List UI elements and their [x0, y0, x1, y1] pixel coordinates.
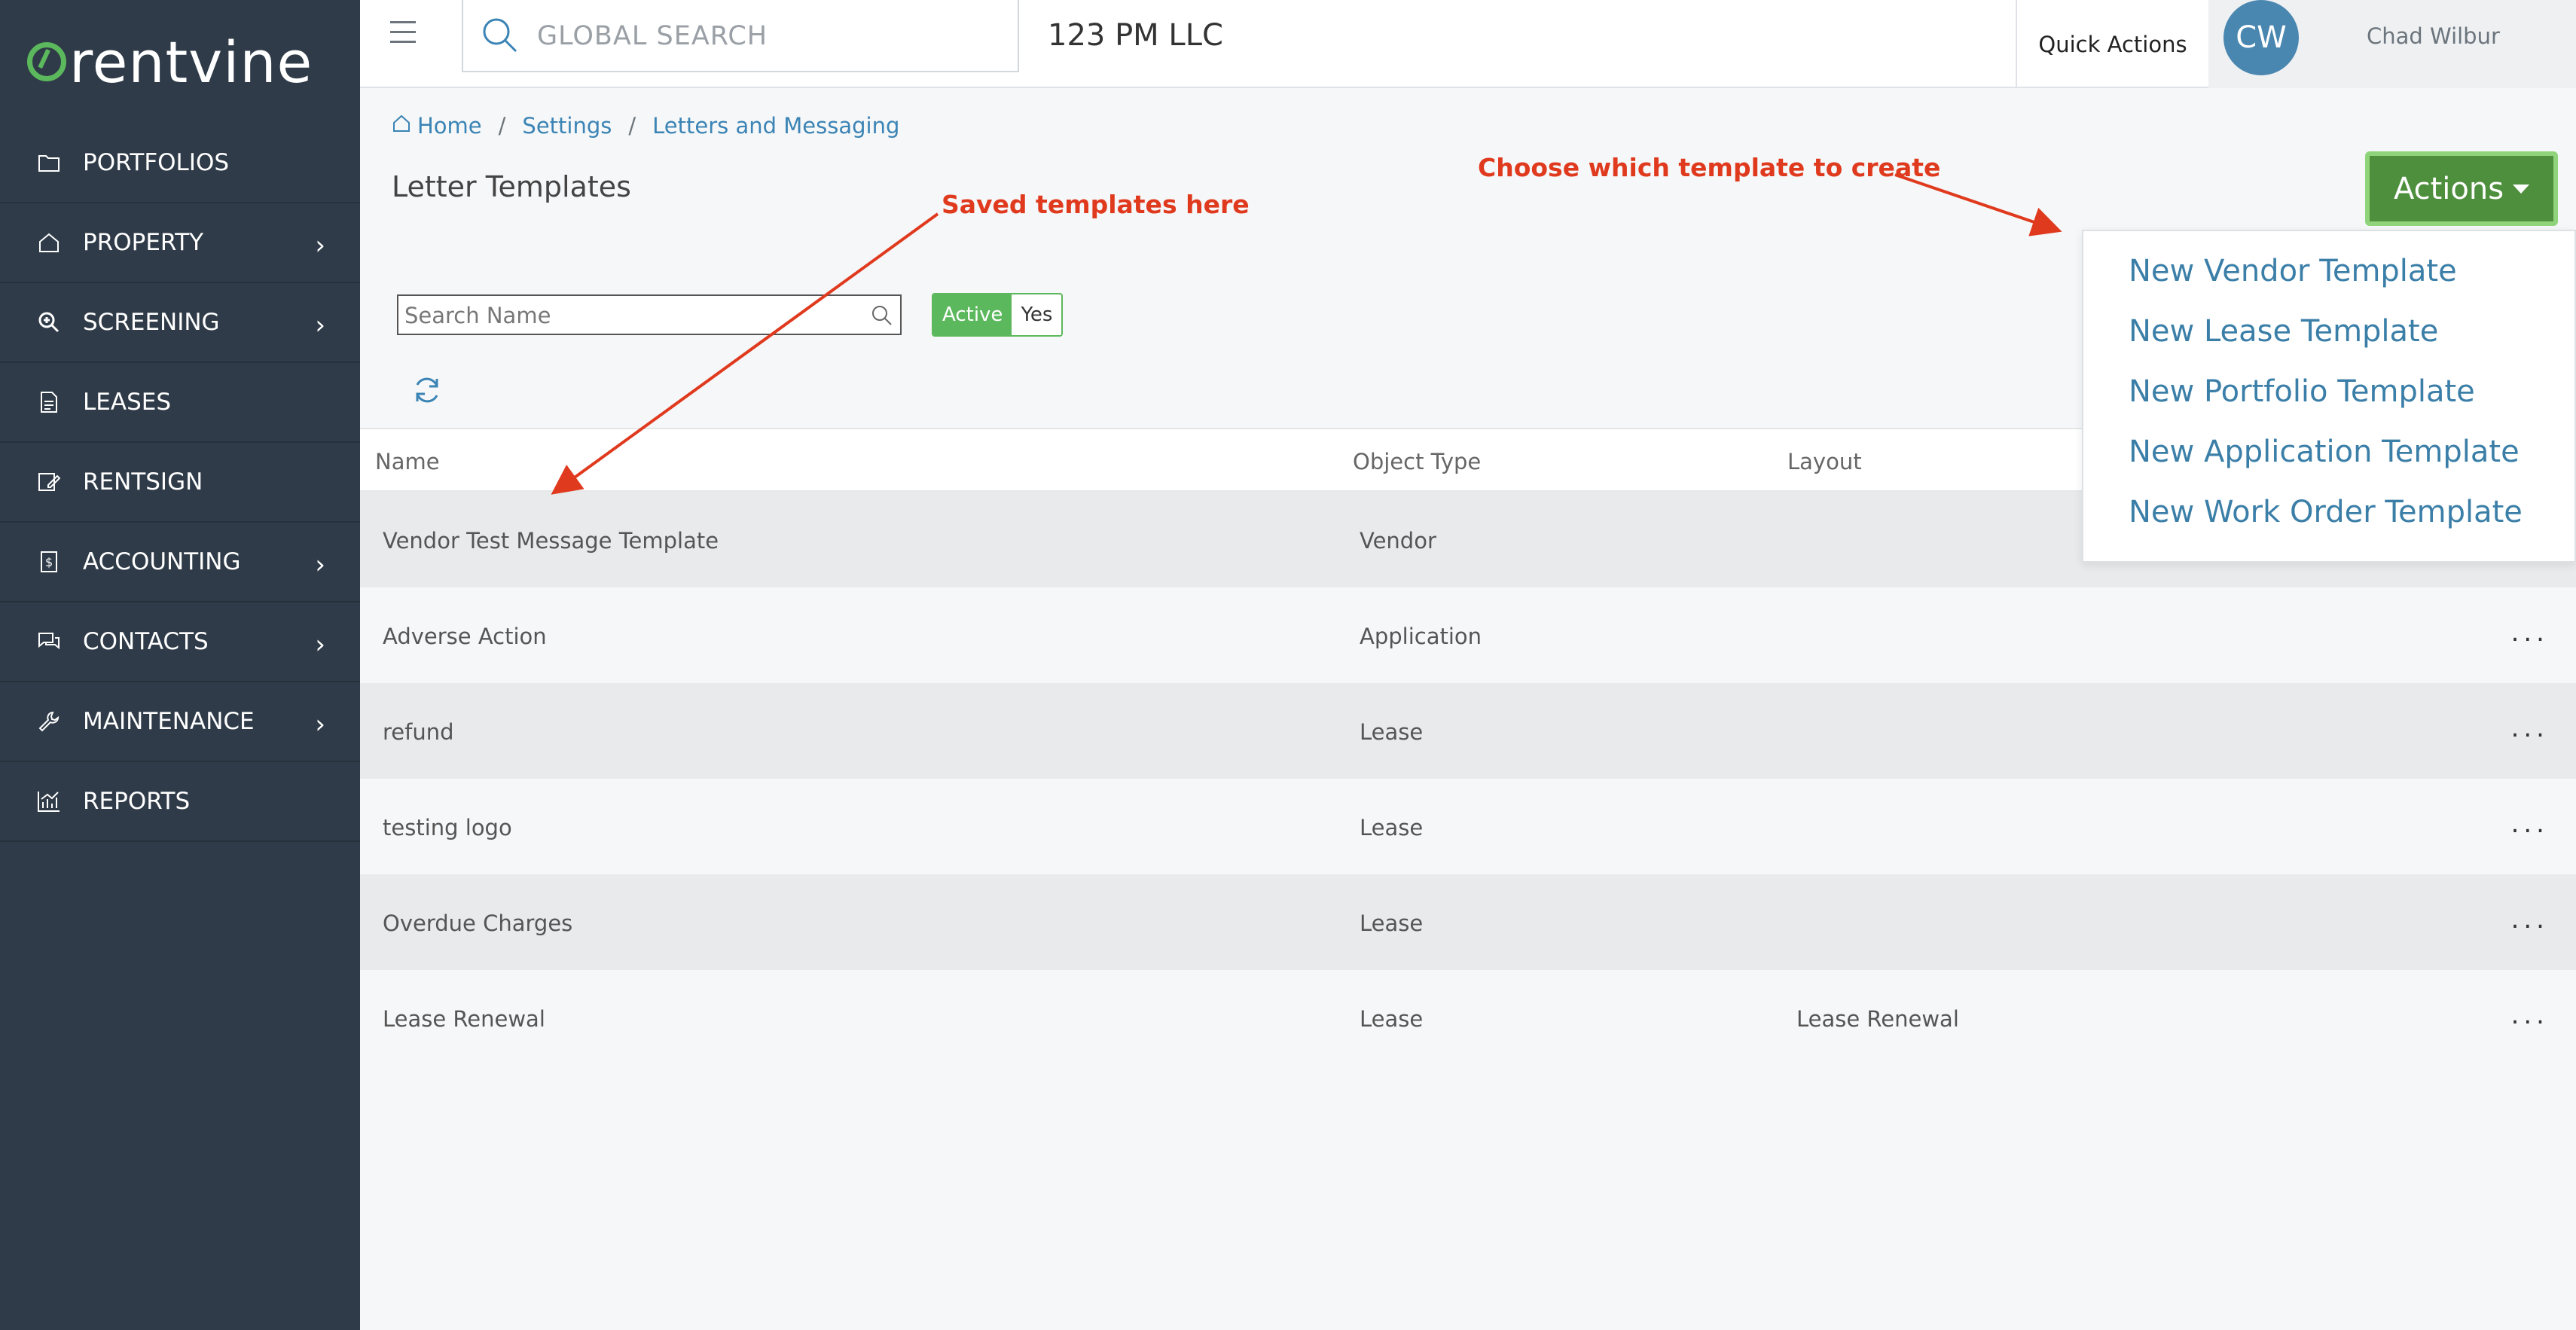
refresh-icon[interactable]: [411, 374, 443, 409]
cell-object-type: Lease: [1360, 815, 1424, 840]
table-row[interactable]: Lease Renewal Lease Lease Renewal ...: [360, 970, 2576, 1066]
cell-name: Vendor Test Message Template: [383, 528, 719, 554]
leaf-logo-icon: [27, 42, 66, 81]
chevron-right-icon: ›: [315, 709, 325, 740]
chevron-right-icon: ›: [315, 630, 325, 660]
menu-item-new-portfolio-template[interactable]: New Portfolio Template: [2129, 374, 2475, 409]
column-header-object-type[interactable]: Object Type: [1353, 449, 1481, 474]
signature-icon: [36, 469, 62, 495]
top-bar: GLOBAL SEARCH 123 PM LLC Quick Actions C…: [360, 0, 2576, 88]
folder-icon: [36, 150, 62, 175]
hamburger-menu-icon[interactable]: [390, 21, 416, 47]
sidebar-item-maintenance[interactable]: MAINTENANCE ›: [0, 682, 360, 762]
sidebar-item-property[interactable]: PROPERTY ›: [0, 203, 360, 283]
breadcrumb-separator: /: [498, 113, 506, 139]
svg-text:$: $: [45, 555, 53, 569]
sidebar-item-label: ACCOUNTING: [83, 548, 241, 575]
quick-actions-button[interactable]: Quick Actions: [2016, 0, 2208, 88]
sidebar-item-leases[interactable]: LEASES: [0, 363, 360, 443]
annotation-saved-templates: Saved templates here: [942, 190, 1250, 219]
cell-name: testing logo: [383, 815, 512, 840]
search-name-input[interactable]: Search Name: [397, 294, 902, 335]
wrench-icon: [36, 709, 62, 734]
active-toggle-value: Yes: [1012, 294, 1062, 335]
sidebar: rentvine PORTFOLIOS PROPERTY › SCREENING…: [0, 0, 360, 1330]
active-filter-toggle[interactable]: Active Yes: [932, 293, 1064, 337]
row-menu-icon[interactable]: ...: [2511, 618, 2549, 648]
table-row[interactable]: Adverse Action Application ...: [360, 587, 2576, 683]
cell-object-type: Application: [1360, 624, 1482, 649]
global-search-input[interactable]: GLOBAL SEARCH: [462, 0, 1019, 72]
row-menu-icon[interactable]: ...: [2511, 904, 2549, 935]
company-name[interactable]: 123 PM LLC: [1048, 18, 1223, 53]
row-menu-icon[interactable]: ...: [2511, 713, 2549, 743]
chevron-right-icon: ›: [315, 230, 325, 261]
actions-dropdown-menu: New Vendor Template New Lease Template N…: [2082, 230, 2576, 563]
sidebar-item-label: CONTACTS: [83, 628, 209, 655]
sidebar-item-portfolios[interactable]: PORTFOLIOS: [0, 124, 360, 203]
annotation-choose-template: Choose which template to create: [1478, 153, 1941, 182]
cell-object-type: Vendor: [1360, 528, 1436, 554]
table-row[interactable]: refund Lease ...: [360, 683, 2576, 779]
cell-object-type: Lease: [1360, 911, 1424, 936]
sidebar-item-label: MAINTENANCE: [83, 708, 255, 735]
chat-icon: [36, 629, 62, 654]
search-plus-icon: [36, 310, 62, 335]
cell-name: Overdue Charges: [383, 911, 573, 936]
breadcrumb: Home / Settings / Letters and Messaging: [392, 113, 899, 139]
breadcrumb-settings[interactable]: Settings: [522, 113, 612, 139]
table-row[interactable]: Overdue Charges Lease ...: [360, 874, 2576, 970]
page-title: Letter Templates: [392, 170, 631, 203]
menu-item-new-vendor-template[interactable]: New Vendor Template: [2129, 254, 2457, 288]
rentvine-logo[interactable]: rentvine: [0, 0, 360, 124]
avatar[interactable]: CW: [2223, 0, 2299, 75]
menu-item-new-lease-template[interactable]: New Lease Template: [2129, 314, 2438, 349]
row-menu-icon[interactable]: ...: [2511, 809, 2549, 839]
cell-layout: Lease Renewal: [1796, 1006, 1959, 1032]
home-icon[interactable]: [392, 113, 411, 139]
user-menu[interactable]: CW Chad Wilbur: [2208, 0, 2576, 88]
sidebar-item-accounting[interactable]: $ ACCOUNTING ›: [0, 523, 360, 602]
user-name[interactable]: Chad Wilbur: [2367, 23, 2500, 49]
breadcrumb-letters-messaging[interactable]: Letters and Messaging: [652, 113, 899, 139]
cell-name: Lease Renewal: [383, 1006, 545, 1032]
sidebar-item-screening[interactable]: SCREENING ›: [0, 283, 360, 363]
cell-object-type: Lease: [1360, 1006, 1424, 1032]
row-menu-icon[interactable]: ...: [2511, 1000, 2549, 1030]
cell-name: refund: [383, 719, 454, 745]
table-row[interactable]: testing logo Lease ...: [360, 779, 2576, 874]
sidebar-item-label: REPORTS: [83, 788, 191, 815]
search-icon: [480, 15, 522, 60]
search-name-placeholder: Search Name: [404, 303, 551, 328]
sidebar-item-label: PROPERTY: [83, 229, 204, 256]
chevron-right-icon: ›: [315, 310, 325, 340]
actions-button[interactable]: Actions: [2365, 151, 2558, 226]
cell-name: Adverse Action: [383, 624, 547, 649]
chart-icon: [36, 789, 62, 814]
document-icon: [36, 389, 62, 415]
sidebar-item-label: SCREENING: [83, 309, 220, 336]
home-icon: [36, 230, 62, 255]
menu-item-new-work-order-template[interactable]: New Work Order Template: [2129, 495, 2523, 529]
column-header-layout[interactable]: Layout: [1787, 449, 1862, 474]
sidebar-item-label: PORTFOLIOS: [83, 149, 230, 176]
column-header-name[interactable]: Name: [375, 449, 440, 474]
sidebar-item-contacts[interactable]: CONTACTS ›: [0, 602, 360, 682]
active-toggle-label: Active: [933, 294, 1012, 335]
sidebar-item-label: LEASES: [83, 389, 172, 416]
search-icon: [870, 304, 894, 331]
actions-button-label: Actions: [2393, 171, 2504, 206]
breadcrumb-home[interactable]: Home: [417, 113, 482, 139]
global-search-placeholder: GLOBAL SEARCH: [537, 21, 768, 51]
sidebar-item-reports[interactable]: REPORTS: [0, 762, 360, 842]
breadcrumb-separator: /: [628, 113, 636, 139]
menu-item-new-application-template[interactable]: New Application Template: [2129, 435, 2520, 469]
caret-down-icon: [2513, 184, 2530, 194]
sidebar-item-rentsign[interactable]: RENTSIGN: [0, 443, 360, 523]
cell-object-type: Lease: [1360, 719, 1424, 745]
sidebar-item-label: RENTSIGN: [83, 468, 203, 496]
chevron-right-icon: ›: [315, 550, 325, 580]
dollar-document-icon: $: [36, 549, 62, 575]
logo-text: rentvine: [69, 28, 313, 96]
